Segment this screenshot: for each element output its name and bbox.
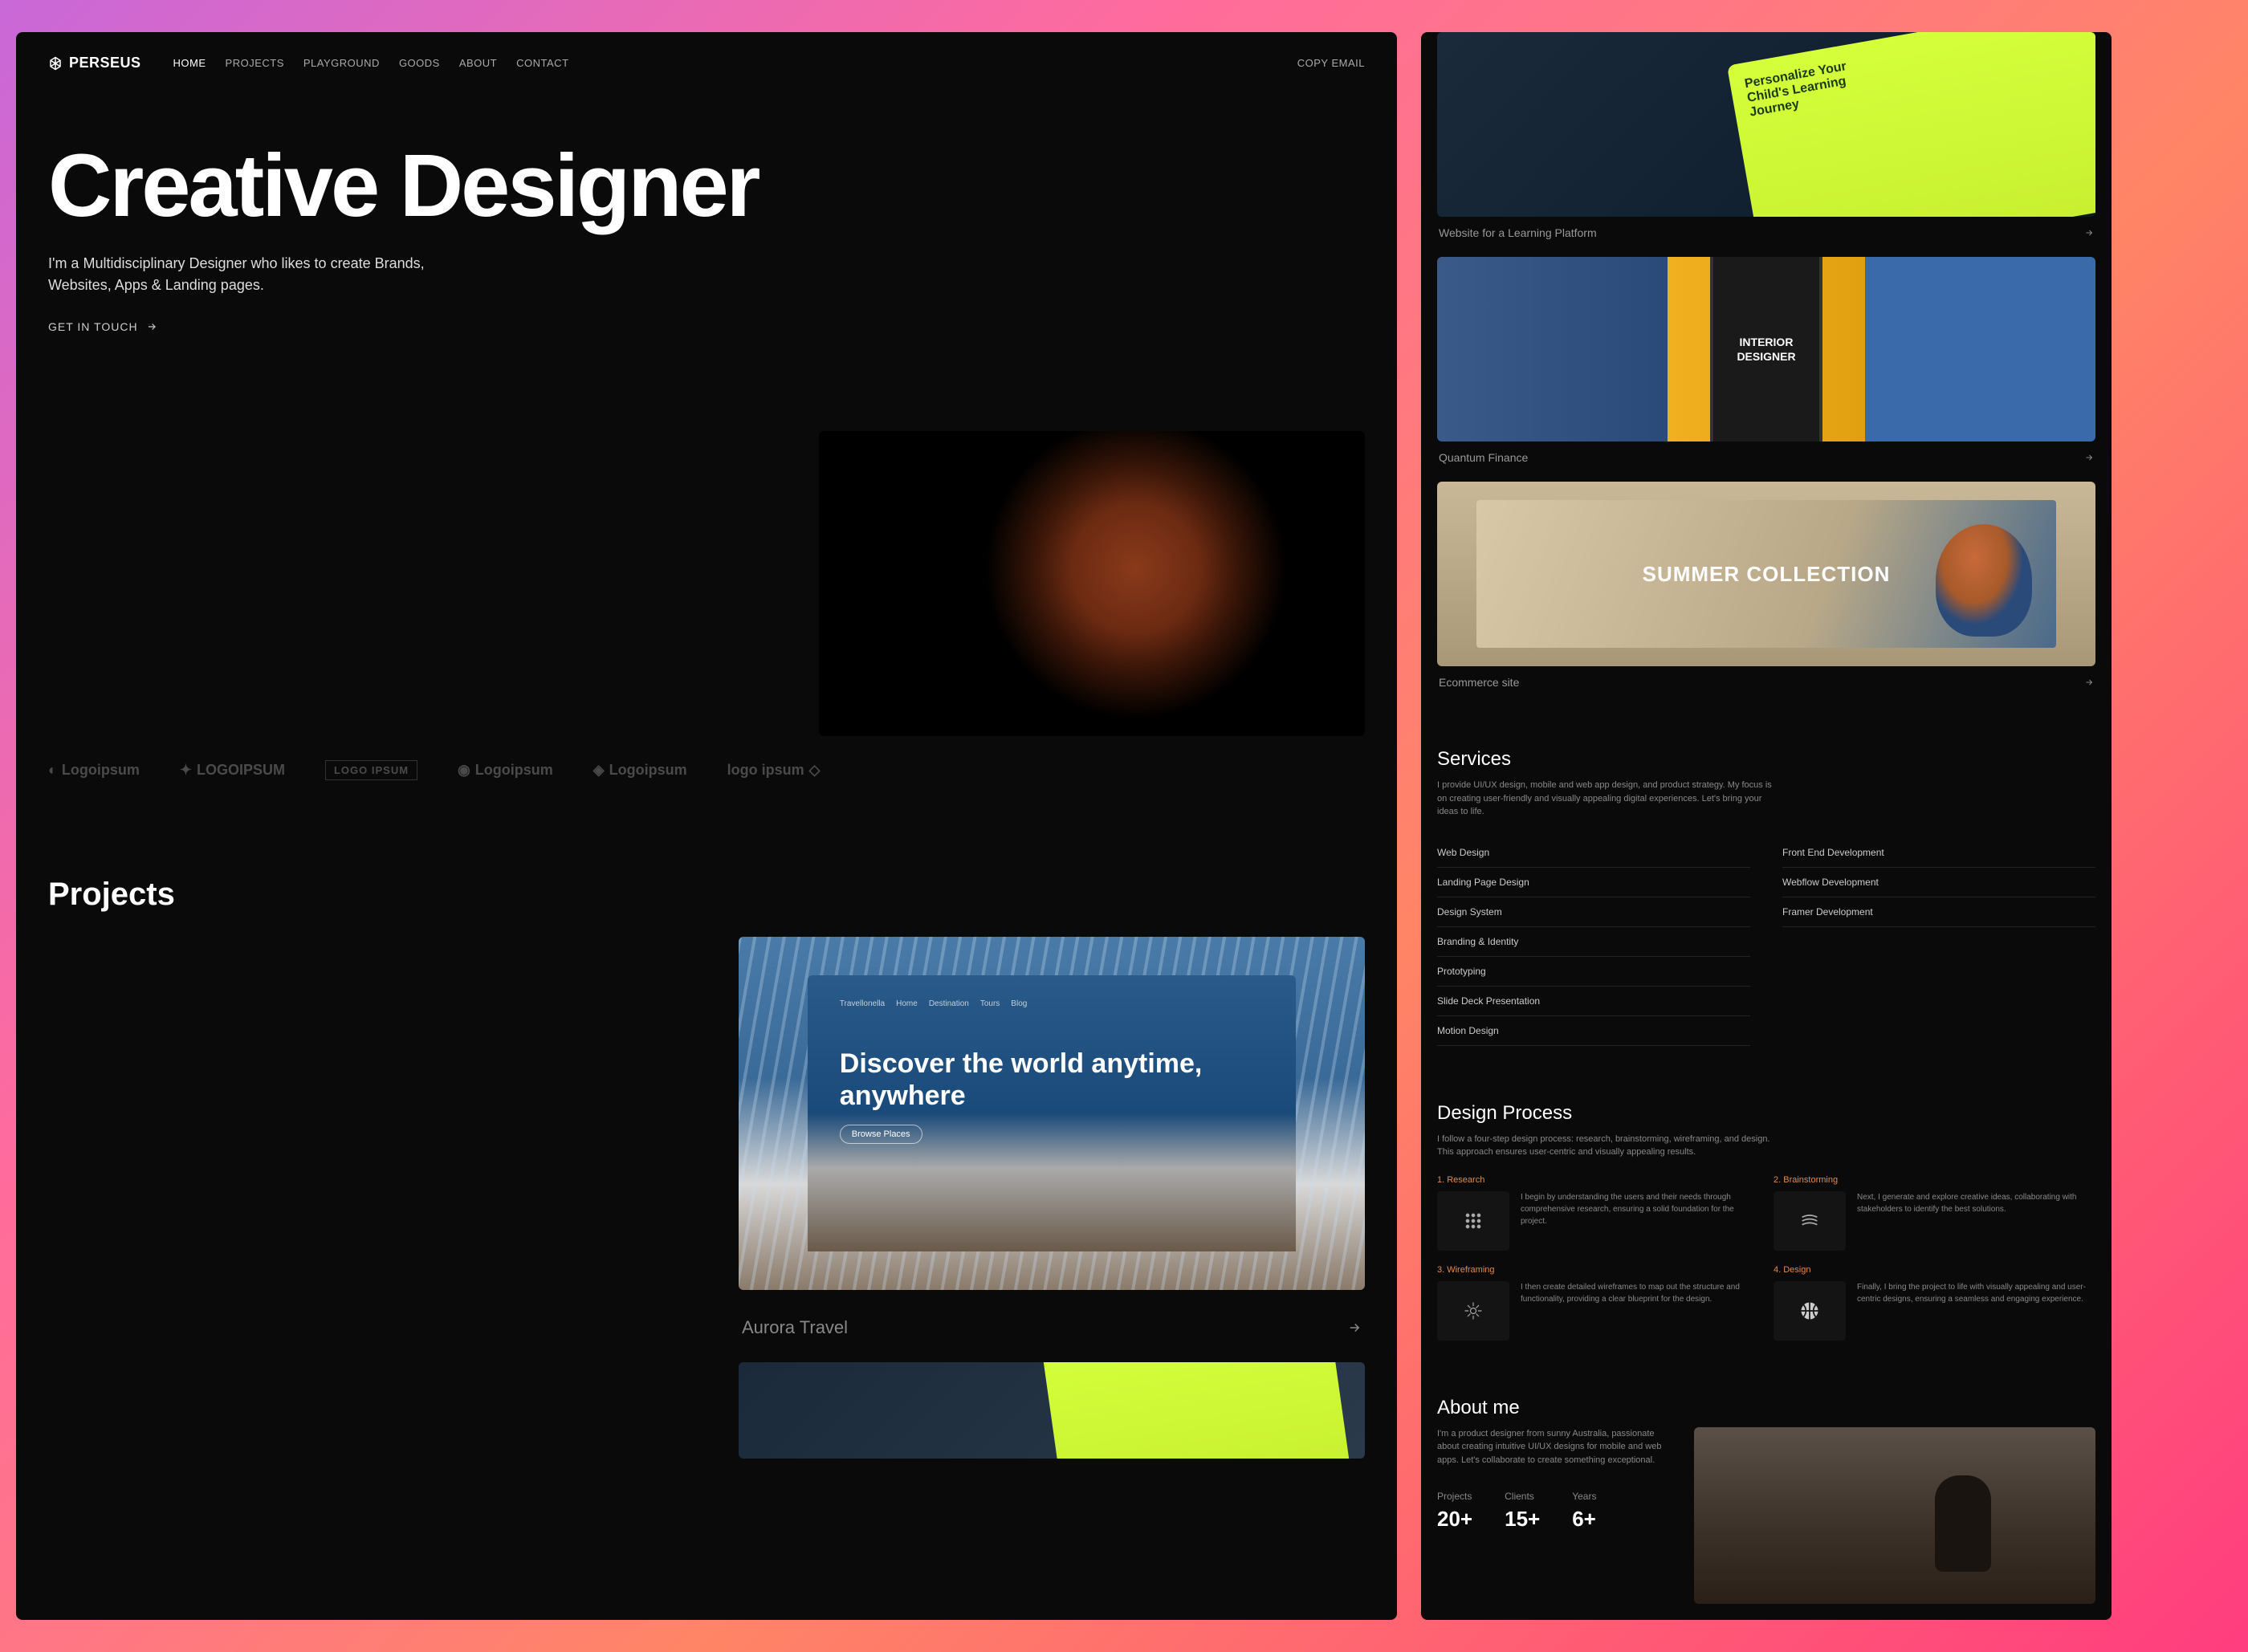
hero: Creative Designer I'm a Multidisciplinar…	[16, 94, 1397, 335]
layers-icon	[1774, 1191, 1846, 1251]
brand-name: PERSEUS	[69, 55, 141, 71]
logo-item: logo ipsum ◇	[727, 762, 821, 779]
project-card-aurora[interactable]: Travellonella Home Destination Tours Blo…	[739, 937, 1365, 1290]
stat-clients: Clients 15+	[1505, 1491, 1540, 1532]
arrow-right-icon	[1347, 1320, 1362, 1335]
logo-item: ✦ LOGOIPSUM	[180, 762, 285, 779]
travel-headline: Discover the world anytime, anywhere	[840, 1048, 1264, 1111]
process-grid: 1. Research I begin by understanding the…	[1437, 1175, 2095, 1341]
process-step-brainstorming: 2. Brainstorming Next, I generate and ex…	[1774, 1175, 2095, 1251]
process-step-design: 4. Design Finally, I bring the project t…	[1774, 1265, 2095, 1341]
service-item: Prototyping	[1437, 957, 1750, 987]
main-nav: HOME PROJECTS PLAYGROUND GOODS ABOUT CON…	[173, 57, 569, 69]
thumb-label[interactable]: Website for a Learning Platform	[1437, 217, 2095, 242]
nav-home[interactable]: HOME	[173, 57, 206, 69]
basketball-icon	[1774, 1281, 1846, 1341]
service-item: Design System	[1437, 897, 1750, 927]
logo-item: ◈ Logoipsum	[593, 762, 687, 779]
process-step-research: 1. Research I begin by understanding the…	[1437, 1175, 1759, 1251]
brand-logo[interactable]: PERSEUS	[48, 55, 141, 71]
service-item: Motion Design	[1437, 1016, 1750, 1046]
logo-item: ◉ Logoipsum	[458, 762, 553, 779]
logo-item: LOGO IPSUM	[325, 760, 417, 780]
nav-contact[interactable]: CONTACT	[516, 57, 568, 69]
service-item: Front End Development	[1782, 838, 2095, 868]
laptop-mockup: Personalize Your Child's Learning Journe…	[1727, 32, 2095, 217]
service-item: Landing Page Design	[1437, 868, 1750, 897]
nav-playground[interactable]: PLAYGROUND	[303, 57, 380, 69]
browse-button: Browse Places	[840, 1125, 922, 1144]
portfolio-panel-left: PERSEUS HOME PROJECTS PLAYGROUND GOODS A…	[16, 32, 1397, 1620]
process-heading: Design Process	[1437, 1102, 2095, 1125]
service-item: Branding & Identity	[1437, 927, 1750, 957]
about-section: About me I'm a product designer from sun…	[1437, 1397, 2095, 1604]
services-description: I provide UI/UX design, mobile and web a…	[1437, 779, 1774, 819]
about-heading: About me	[1437, 1397, 2095, 1419]
nav-goods[interactable]: GOODS	[399, 57, 440, 69]
nav-about[interactable]: ABOUT	[459, 57, 497, 69]
arrow-right-icon	[146, 321, 157, 332]
service-item: Framer Development	[1782, 897, 2095, 927]
stat-projects: Projects 20+	[1437, 1491, 1472, 1532]
burst-icon	[1437, 1281, 1509, 1341]
project-image: Travellonella Home Destination Tours Blo…	[739, 937, 1365, 1290]
project-card-partial[interactable]	[739, 1362, 1365, 1459]
process-step-wireframing: 3. Wireframing I then create detailed wi…	[1437, 1265, 1759, 1341]
thumb-label[interactable]: Quantum Finance	[1437, 441, 2095, 467]
hero-subtitle: I'm a Multidisciplinary Designer who lik…	[48, 253, 498, 296]
site-mockup: SUMMER COLLECTION	[1476, 500, 2056, 648]
planet-image	[819, 431, 1365, 736]
nav-projects[interactable]: PROJECTS	[226, 57, 284, 69]
arrow-right-icon	[2084, 453, 2094, 462]
service-item: Webflow Development	[1782, 868, 2095, 897]
grid-icon	[1437, 1191, 1509, 1251]
service-item: Web Design	[1437, 838, 1750, 868]
logo-item: ◐ Logoipsum	[48, 762, 140, 779]
project-thumb-ecommerce[interactable]: SUMMER COLLECTION	[1437, 482, 2095, 666]
services-section: Services I provide UI/UX design, mobile …	[1437, 748, 2095, 1046]
about-stats: Projects 20+ Clients 15+ Years 6+	[1437, 1491, 1662, 1532]
logo-icon	[48, 56, 63, 71]
hero-visual	[16, 335, 1397, 736]
arrow-right-icon	[2084, 677, 2094, 687]
phone-mockup: INTERIOR DESIGNER	[1710, 257, 1822, 441]
hero-title: Creative Designer	[48, 142, 1365, 230]
project-thumb-learning[interactable]: Personalize Your Child's Learning Journe…	[1437, 32, 2095, 217]
about-photo	[1694, 1427, 2095, 1604]
project-label[interactable]: Aurora Travel	[739, 1303, 1365, 1362]
services-list: Web Design Front End Development Landing…	[1437, 838, 2095, 1046]
design-process-section: Design Process I follow a four-step desi…	[1437, 1102, 2095, 1341]
get-in-touch-link[interactable]: GET IN TOUCH	[48, 320, 157, 333]
client-logos: ◐ Logoipsum ✦ LOGOIPSUM LOGO IPSUM ◉ Log…	[16, 736, 1397, 828]
portfolio-panel-right: Personalize Your Child's Learning Journe…	[1421, 32, 2112, 1620]
stat-years: Years 6+	[1572, 1491, 1596, 1532]
thumb-label[interactable]: Ecommerce site	[1437, 666, 2095, 692]
header: PERSEUS HOME PROJECTS PLAYGROUND GOODS A…	[16, 32, 1397, 94]
services-heading: Services	[1437, 748, 2095, 771]
copy-email-button[interactable]: COPY EMAIL	[1297, 57, 1365, 69]
service-item: Slide Deck Presentation	[1437, 987, 1750, 1016]
projects-heading: Projects	[16, 828, 1397, 937]
project-thumb-quantum[interactable]: INTERIOR DESIGNER	[1437, 257, 2095, 441]
about-description: I'm a product designer from sunny Austra…	[1437, 1427, 1662, 1467]
arrow-right-icon	[2084, 228, 2094, 238]
process-description: I follow a four-step design process: res…	[1437, 1133, 1774, 1159]
projects-grid: Travellonella Home Destination Tours Blo…	[16, 937, 1397, 1459]
